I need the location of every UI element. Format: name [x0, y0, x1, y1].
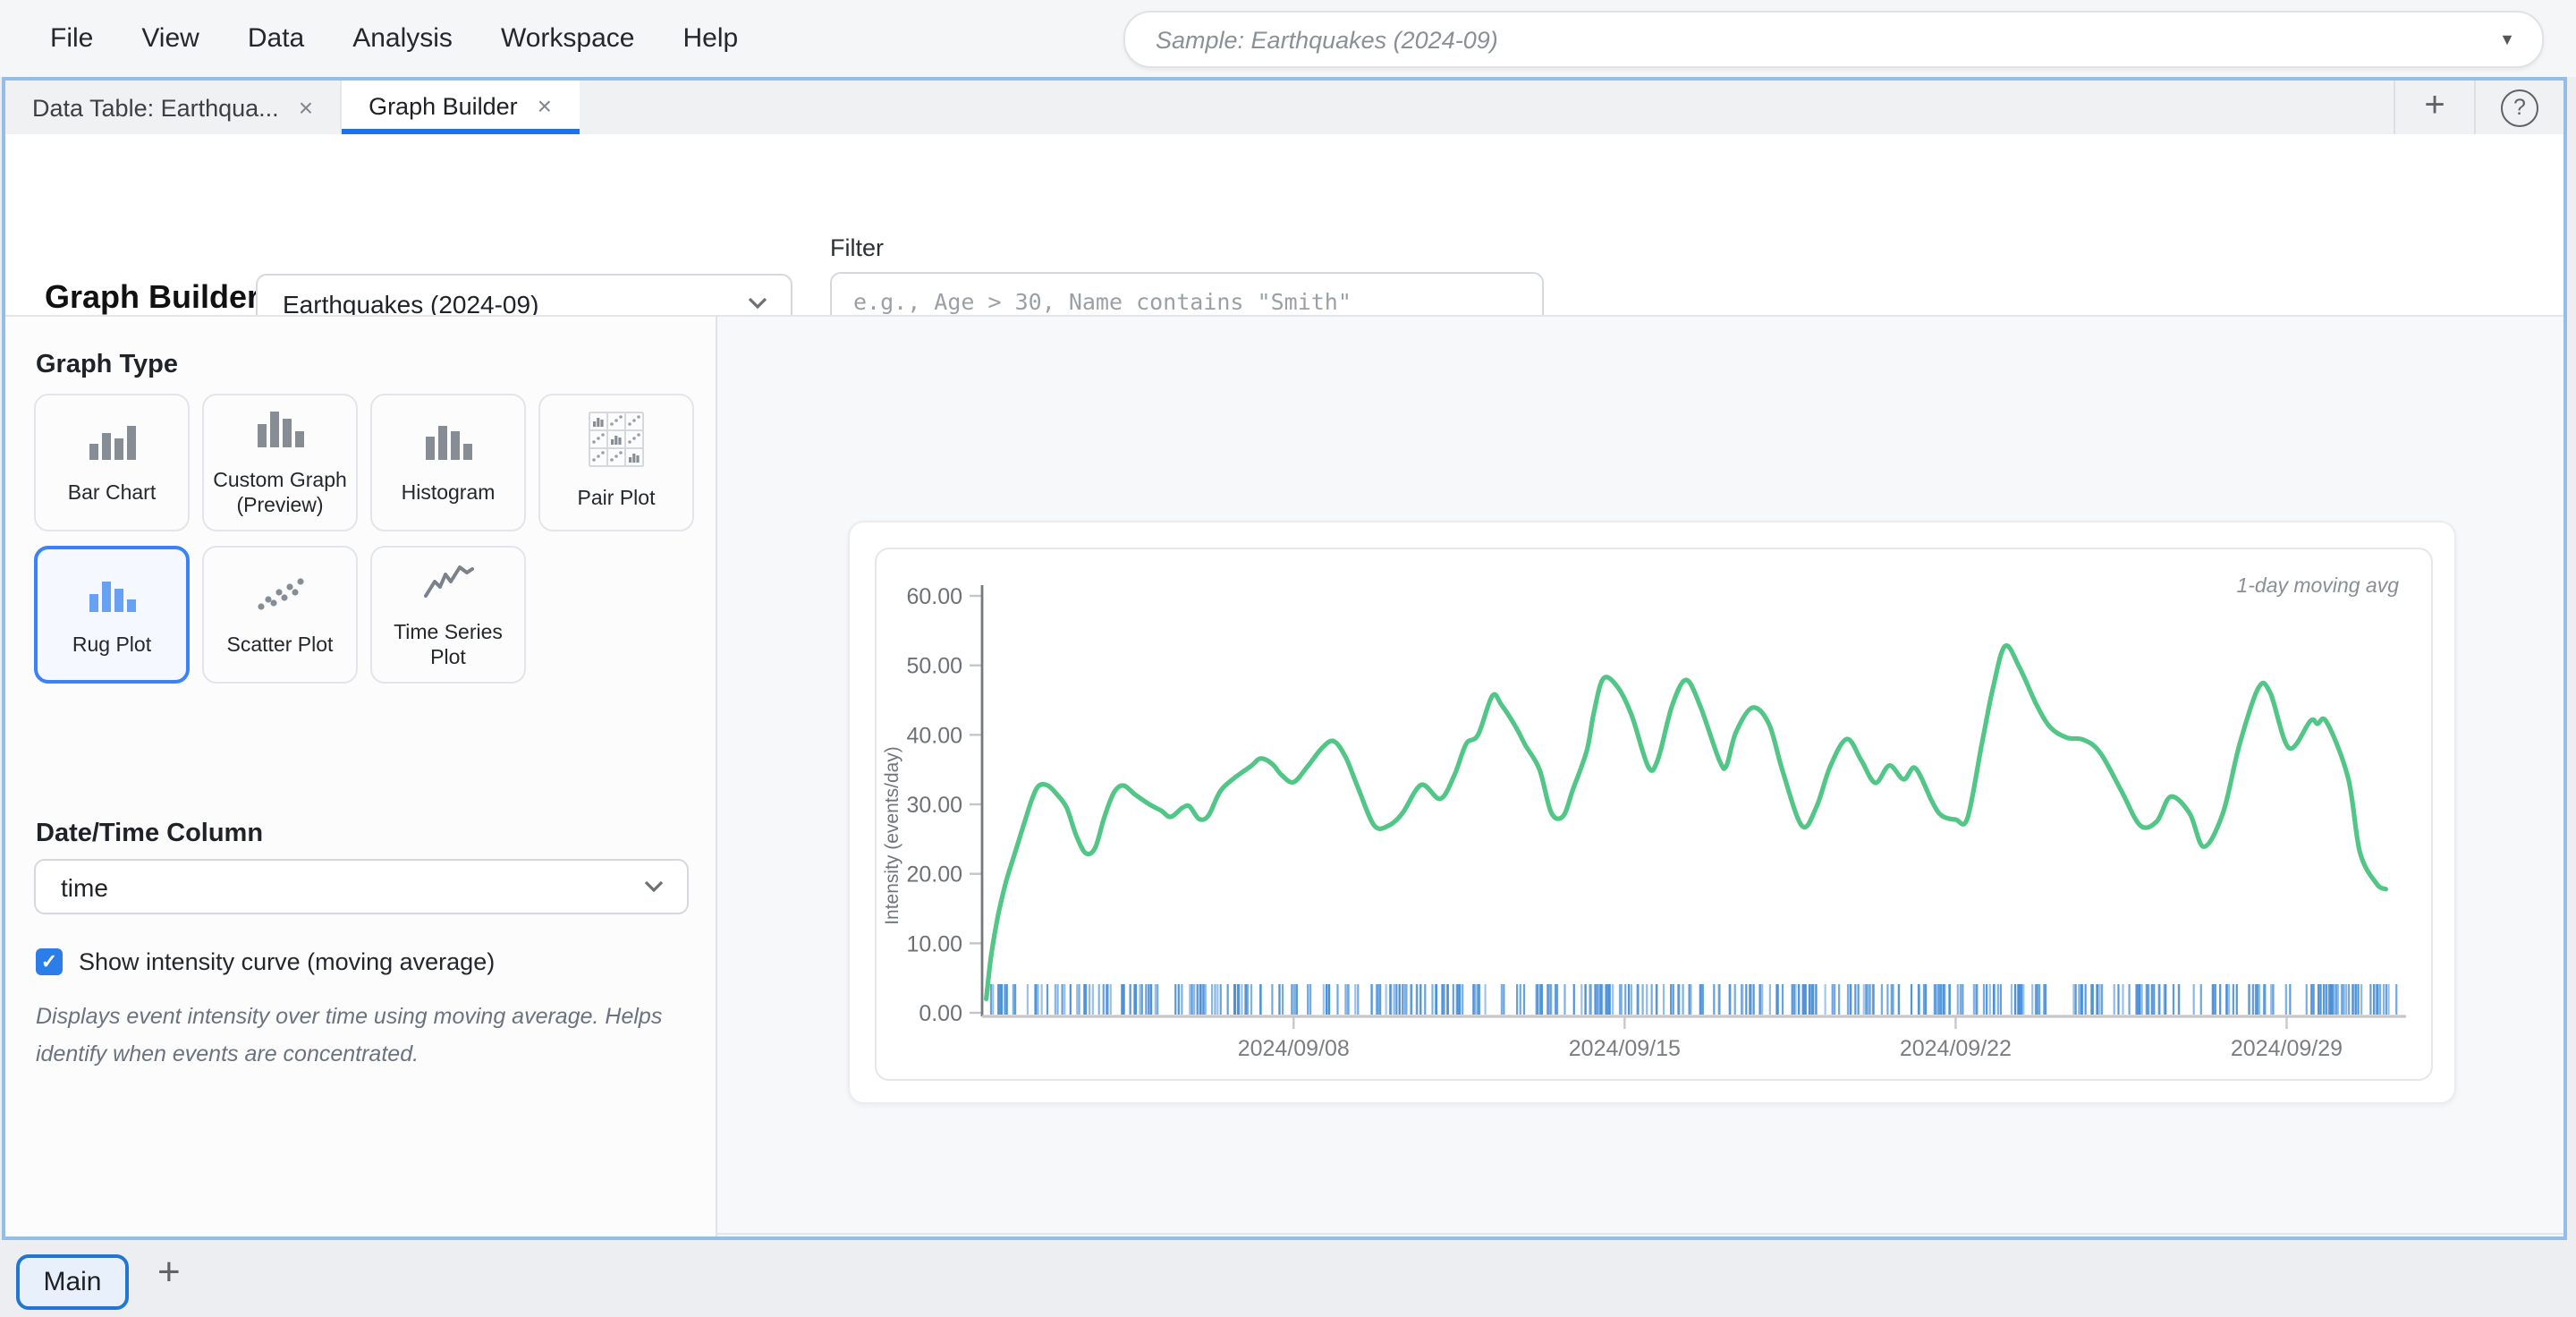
page-title: Graph Builder: [45, 279, 259, 317]
svg-text:10.00: 10.00: [906, 931, 962, 956]
sample-dataset-dropdown[interactable]: Sample: Earthquakes (2024-09) ▼: [1123, 11, 2544, 68]
chart-panel: 0.00 10.00 20.00 30.00 40.00 50.00 60.00 2024/0…: [848, 521, 2456, 1104]
chevron-down-icon: [644, 880, 664, 893]
menu-item-data[interactable]: Data: [248, 23, 304, 54]
histogram-icon: [421, 419, 475, 471]
svg-text:2024/09/15: 2024/09/15: [1569, 1036, 1681, 1061]
svg-text:0.00: 0.00: [919, 1001, 962, 1026]
graph-type-rug-plot[interactable]: Rug Plot: [34, 546, 190, 684]
add-sheet-button[interactable]: +: [157, 1249, 181, 1296]
graph-type-label: Pair Plot: [572, 488, 661, 514]
menu-item-analysis[interactable]: Analysis: [352, 23, 453, 54]
tab-label: Graph Builder: [369, 92, 518, 119]
svg-text:40.00: 40.00: [906, 723, 962, 748]
app-root: File View Data Analysis Workspace Help Sample…: [0, 0, 2576, 1317]
graph-type-label: Scatter Plot: [222, 633, 339, 659]
svg-text:Intensity (events/day): Intensity (events/day): [882, 746, 902, 925]
rug-plot-icon: [85, 571, 139, 623]
menu-item-help[interactable]: Help: [682, 23, 738, 54]
svg-text:2024/09/29: 2024/09/29: [2231, 1036, 2343, 1061]
rug-plot-chart: 0.00 10.00 20.00 30.00 40.00 50.00 60.00 2024/0…: [877, 549, 2431, 1079]
sidebar-description: Displays event intensity over time using…: [36, 998, 705, 1073]
help-button[interactable]: ?: [2476, 81, 2563, 134]
svg-text:50.00: 50.00: [906, 654, 962, 679]
footer-divider: [717, 1233, 2563, 1235]
menu-item-view[interactable]: View: [141, 23, 199, 54]
sidebar: Graph Type Bar Chart Custom Graph (Previe…: [5, 315, 717, 1236]
tab-data-table[interactable]: Data Table: Earthqua... ×: [5, 81, 342, 134]
bar-chart-icon: [85, 419, 139, 471]
filter-label: Filter: [830, 234, 884, 261]
menu-items: File View Data Analysis Workspace Help: [50, 0, 738, 77]
svg-text:60.00: 60.00: [906, 584, 962, 609]
menu-bar: File View Data Analysis Workspace Help Sample…: [0, 0, 2576, 77]
graph-type-label: Time Series Plot: [372, 620, 524, 672]
datetime-column-label: Date/Time Column: [36, 820, 263, 848]
bottom-tab-main[interactable]: Main: [16, 1254, 129, 1310]
time-series-plot-icon: [421, 557, 475, 609]
graph-type-label: Rug Plot: [67, 633, 157, 659]
checkbox-checked-icon[interactable]: ✓: [36, 948, 63, 975]
dataset-select-value: Earthquakes (2024-09): [258, 289, 748, 318]
datetime-column-value: time: [36, 872, 644, 901]
chevron-down-icon: [748, 297, 767, 310]
tab-graph-builder[interactable]: Graph Builder ×: [342, 81, 579, 134]
intensity-checkbox-label: Show intensity curve (moving average): [79, 948, 495, 975]
close-icon[interactable]: ×: [538, 93, 552, 118]
svg-text:30.00: 30.00: [906, 793, 962, 818]
graph-type-grid: Bar Chart Custom Graph (Preview) Histogram…: [34, 394, 699, 684]
workspace-window: Data Table: Earthqua... × Graph Builder × +…: [2, 77, 2567, 1240]
chart-region: 0.00 10.00 20.00 30.00 40.00 50.00 60.00 2024/0…: [717, 315, 2563, 1236]
bottom-bar: Main +: [0, 1244, 2576, 1317]
menu-item-file[interactable]: File: [50, 23, 93, 54]
graph-type-time-series-plot[interactable]: Time Series Plot: [370, 546, 526, 684]
tabs: Data Table: Earthqua... × Graph Builder ×: [5, 81, 579, 134]
graph-type-scatter-plot[interactable]: Scatter Plot: [202, 546, 358, 684]
graph-type-label: Histogram: [396, 481, 501, 507]
graph-type-label: Graph Type: [36, 351, 178, 379]
sample-dataset-value: Sample: Earthquakes (2024-09): [1125, 26, 2499, 53]
svg-text:2024/09/08: 2024/09/08: [1238, 1036, 1350, 1061]
custom-graph-icon: [253, 405, 307, 457]
chart-card: 0.00 10.00 20.00 30.00 40.00 50.00 60.00 2024/0…: [875, 548, 2433, 1081]
datetime-column-select[interactable]: time: [34, 859, 689, 914]
svg-text:1-day moving avg: 1-day moving avg: [2236, 574, 2399, 597]
svg-text:20.00: 20.00: [906, 862, 962, 888]
help-icon: ?: [2501, 89, 2538, 126]
graph-type-label: Bar Chart: [63, 481, 161, 507]
graph-type-label: Custom Graph (Preview): [204, 468, 356, 520]
dropdown-caret-icon: ▼: [2499, 30, 2542, 48]
tab-label: Data Table: Earthqua...: [32, 94, 279, 121]
graph-type-custom-graph[interactable]: Custom Graph (Preview): [202, 394, 358, 531]
close-icon[interactable]: ×: [299, 95, 313, 120]
pair-plot-icon: [589, 412, 644, 477]
svg-text:2024/09/22: 2024/09/22: [1900, 1036, 2012, 1061]
scatter-plot-icon: [253, 571, 307, 623]
menu-item-workspace[interactable]: Workspace: [501, 23, 635, 54]
graph-type-pair-plot[interactable]: Pair Plot: [538, 394, 694, 531]
graph-type-bar-chart[interactable]: Bar Chart: [34, 394, 190, 531]
tab-bar: Data Table: Earthqua... × Graph Builder × +…: [5, 81, 2563, 134]
intensity-checkbox-row[interactable]: ✓ Show intensity curve (moving average): [36, 948, 495, 975]
graph-type-histogram[interactable]: Histogram: [370, 394, 526, 531]
new-tab-button[interactable]: +: [2394, 81, 2476, 134]
tabbar-right: + ?: [2394, 81, 2563, 134]
